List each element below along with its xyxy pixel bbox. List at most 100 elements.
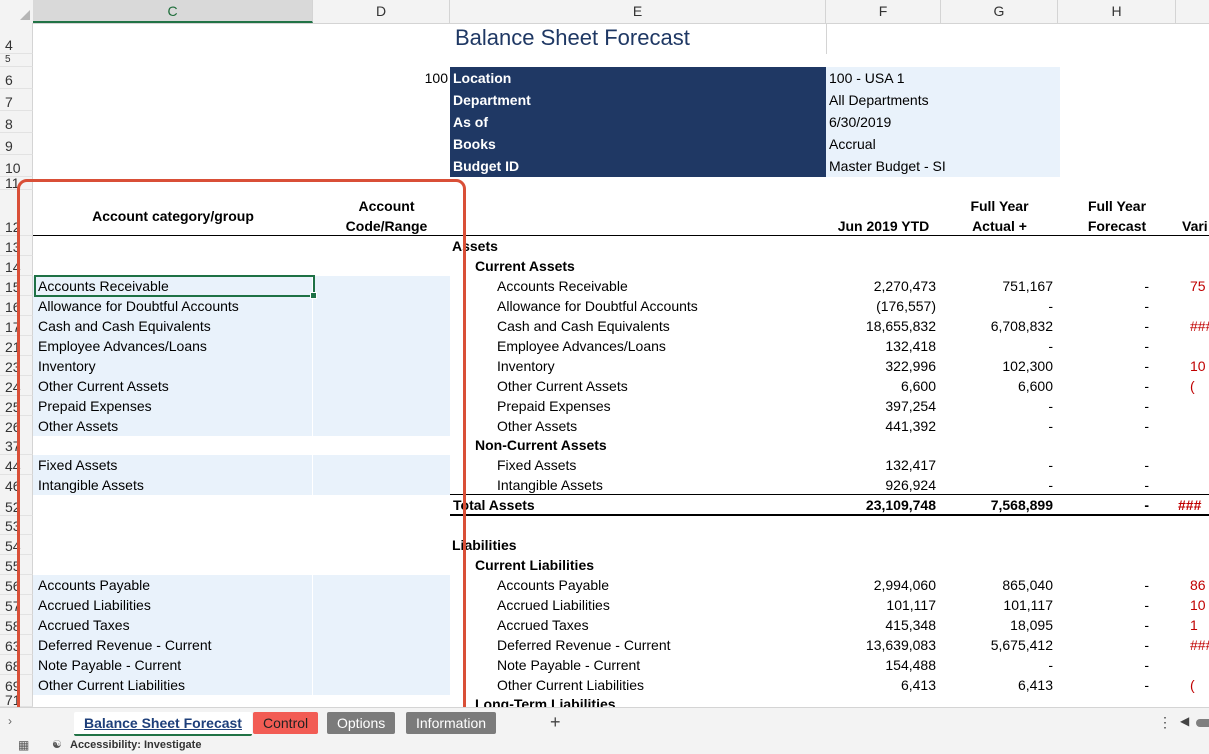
value-g[interactable]: 751,167 <box>941 276 1058 296</box>
account-group-cell[interactable]: Inventory <box>33 356 313 376</box>
value-h[interactable]: - <box>1058 416 1176 436</box>
account-group-cell[interactable]: Prepaid Expenses <box>33 396 313 416</box>
sheet-view-icon[interactable]: ▦ <box>18 737 29 754</box>
row-number[interactable]: 9 <box>0 133 33 155</box>
row-number[interactable]: 46 <box>0 475 33 495</box>
value-g[interactable]: 5,675,412 <box>941 635 1058 655</box>
value-g[interactable]: - <box>941 416 1058 436</box>
value-g[interactable]: 6,600 <box>941 376 1058 396</box>
account-group-cell[interactable]: Deferred Revenue - Current <box>33 635 313 655</box>
value-f[interactable]: 101,117 <box>826 595 941 615</box>
row-number[interactable]: 4 <box>0 23 33 54</box>
tab-options[interactable]: Options <box>327 712 396 734</box>
value-g[interactable]: - <box>941 655 1058 675</box>
param-value[interactable]: Accrual <box>826 133 1060 155</box>
account-group-cell[interactable]: Other Assets <box>33 416 313 436</box>
row-number[interactable]: 15 <box>0 276 33 296</box>
value-f[interactable]: 2,994,060 <box>826 575 941 595</box>
row-number[interactable]: 68 <box>0 655 33 675</box>
value-h[interactable]: - <box>1058 336 1176 356</box>
row-number[interactable]: 26 <box>0 416 33 436</box>
account-group-cell[interactable]: Accounts Payable <box>33 575 313 595</box>
row-number[interactable]: 71 <box>0 694 33 707</box>
column-header-c[interactable]: C <box>33 0 313 23</box>
value-i[interactable] <box>1176 416 1209 436</box>
row-number[interactable]: 58 <box>0 615 33 635</box>
value-h[interactable]: - <box>1058 655 1176 675</box>
column-header-d[interactable]: D <box>313 0 450 23</box>
column-header-h[interactable]: H <box>1058 0 1176 23</box>
row-number[interactable]: 53 <box>0 516 33 535</box>
column-header-i[interactable] <box>1176 0 1209 23</box>
param-value[interactable]: All Departments <box>826 89 1060 111</box>
value-g[interactable]: 101,117 <box>941 595 1058 615</box>
account-group-cell[interactable]: Other Current Liabilities <box>33 675 313 695</box>
value-f[interactable]: 441,392 <box>826 416 941 436</box>
value-i[interactable]: ( <box>1176 675 1209 695</box>
value-i[interactable] <box>1176 455 1209 475</box>
value-f[interactable]: (176,557) <box>826 296 941 316</box>
row-number[interactable]: 63 <box>0 635 33 655</box>
row-number[interactable]: 57 <box>0 595 33 615</box>
account-code-cell[interactable] <box>313 635 450 655</box>
account-code-cell[interactable] <box>313 336 450 356</box>
column-header-e[interactable]: E <box>450 0 826 23</box>
value-g[interactable]: 102,300 <box>941 356 1058 376</box>
value-g[interactable]: 865,040 <box>941 575 1058 595</box>
value-i[interactable]: ( <box>1176 376 1209 396</box>
row-number[interactable]: 16 <box>0 296 33 316</box>
value-f[interactable]: 154,488 <box>826 655 941 675</box>
value-i[interactable] <box>1176 475 1209 495</box>
account-group-cell[interactable]: Employee Advances/Loans <box>33 336 313 356</box>
total-assets-f[interactable]: 23,109,748 <box>826 494 941 516</box>
account-code-cell[interactable] <box>313 356 450 376</box>
column-header-g[interactable]: G <box>941 0 1058 23</box>
value-h[interactable]: - <box>1058 396 1176 416</box>
total-assets-g[interactable]: 7,568,899 <box>941 494 1058 516</box>
value-h[interactable]: - <box>1058 615 1176 635</box>
row-number[interactable]: 7 <box>0 89 33 111</box>
row-number[interactable]: 13 <box>0 236 33 256</box>
value-h[interactable]: - <box>1058 635 1176 655</box>
value-f[interactable]: 13,639,083 <box>826 635 941 655</box>
account-code-cell[interactable] <box>313 396 450 416</box>
value-h[interactable]: - <box>1058 675 1176 695</box>
account-group-cell[interactable]: Intangible Assets <box>33 475 313 495</box>
accessibility-status[interactable]: Accessibility: Investigate <box>70 737 201 754</box>
value-g[interactable]: - <box>941 396 1058 416</box>
value-f[interactable]: 926,924 <box>826 475 941 495</box>
account-code-cell[interactable] <box>313 276 450 296</box>
value-f[interactable]: 2,270,473 <box>826 276 941 296</box>
row-number[interactable]: 11 <box>0 177 33 190</box>
row-number[interactable]: 17 <box>0 316 33 336</box>
row-number[interactable]: 14 <box>0 256 33 276</box>
select-all-corner[interactable] <box>0 0 34 23</box>
account-code-cell[interactable] <box>313 455 450 475</box>
value-i[interactable]: 10 <box>1176 595 1209 615</box>
tab-control[interactable]: Control <box>253 712 319 734</box>
value-i[interactable]: ### <box>1176 635 1209 655</box>
account-group-cell[interactable]: Cash and Cash Equivalents <box>33 316 313 336</box>
value-g[interactable]: - <box>941 475 1058 495</box>
tab-information[interactable]: Information <box>406 712 497 734</box>
active-cell-c15[interactable] <box>34 275 317 299</box>
value-h[interactable]: - <box>1058 475 1176 495</box>
row-number[interactable]: 56 <box>0 575 33 595</box>
row-number[interactable]: 5 <box>0 54 33 67</box>
scrollbar-left-arrow-icon[interactable]: ◀ <box>1180 714 1189 728</box>
row-number[interactable]: 52 <box>0 494 33 516</box>
value-f[interactable]: 322,996 <box>826 356 941 376</box>
value-g[interactable]: - <box>941 455 1058 475</box>
row-number[interactable]: 23 <box>0 356 33 376</box>
row-number[interactable]: 10 <box>0 155 33 177</box>
value-f[interactable]: 415,348 <box>826 615 941 635</box>
total-assets-h[interactable]: - <box>1058 494 1176 516</box>
location-code[interactable]: 100 <box>313 67 450 89</box>
row-number[interactable]: 8 <box>0 111 33 133</box>
value-f[interactable]: 6,600 <box>826 376 941 396</box>
account-code-cell[interactable] <box>313 416 450 436</box>
value-i[interactable]: 1 <box>1176 615 1209 635</box>
value-f[interactable]: 6,413 <box>826 675 941 695</box>
more-options-icon[interactable]: ⋮ <box>1158 714 1172 731</box>
account-code-cell[interactable] <box>313 655 450 675</box>
